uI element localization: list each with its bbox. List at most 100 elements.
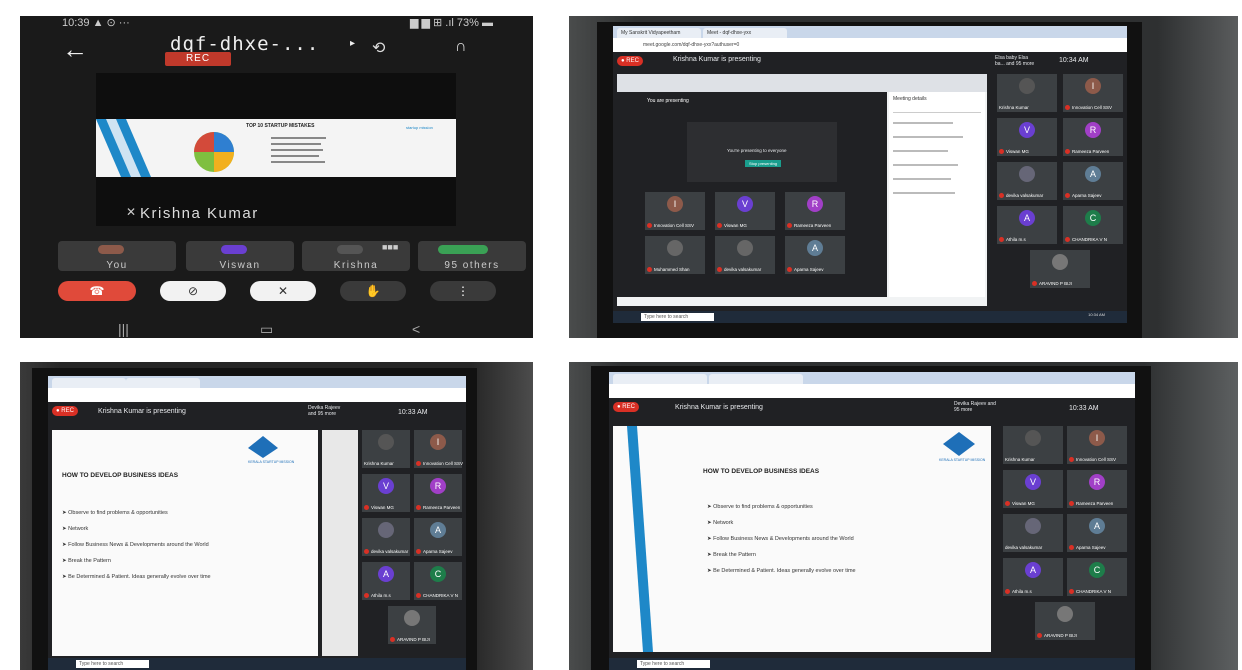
participant-tile[interactable]: A Aparna Sajeev <box>1063 162 1123 200</box>
participant-tile[interactable]: R Rameeza Parveen <box>414 474 462 512</box>
slide-logo: KERALA STARTUP MISSION <box>939 458 986 462</box>
bullet-2: ➤ Network <box>707 520 734 526</box>
taskbar-search[interactable]: Type here to search <box>641 313 714 321</box>
raise-hand-icon[interactable]: ✋ <box>340 281 406 301</box>
tab-meet[interactable]: Meet - dqf-dhxe-yxx <box>703 28 787 38</box>
participant-tile[interactable]: V Viswan MG <box>997 118 1057 156</box>
bullet-3: ➤ Follow Business News & Developments ar… <box>707 536 854 542</box>
panel-title: Meeting details <box>893 96 927 102</box>
back-nav-icon[interactable]: < <box>412 321 420 337</box>
rec-badge: ● REC <box>52 406 78 416</box>
participant-tile-krishna[interactable]: ■■■ Krishna <box>302 241 410 271</box>
windows-taskbar: Type here to search <box>48 658 466 670</box>
participant-tile[interactable]: R Rameeza Parveen <box>1067 470 1127 508</box>
participant-tile[interactable]: A Athila m.s <box>997 206 1057 244</box>
slide-logo: startup mission <box>406 125 433 130</box>
participant-tile[interactable]: V Viswan MG <box>715 192 775 230</box>
windows-taskbar: Type here to search 10:34 AM <box>613 311 1127 323</box>
bullet-5: ➤ Be Determined & Patient. Ideas general… <box>62 574 211 580</box>
bullet-1: ➤ Observe to find problems & opportuniti… <box>707 504 813 510</box>
inner-presenting-text: You are presenting <box>647 98 689 104</box>
address-bar[interactable]: meet.google.com/dqf-dhxe-yxx?authuser=0 <box>613 38 1127 52</box>
meet-body: KERALA STARTUP MISSION HOW TO DEVELOP BU… <box>48 424 466 658</box>
participant-name: You <box>106 260 128 271</box>
end-call-icon[interactable]: ☎ <box>58 281 136 301</box>
inner-tabs <box>617 74 987 92</box>
participant-tile-viswan[interactable]: Viswan <box>186 241 294 271</box>
meet-top-bar: ● REC Krishna Kumar is presenting Devika… <box>609 398 1135 420</box>
participant-tile[interactable]: C CHANDRIKA V N <box>1063 206 1123 244</box>
monitor-screen: ● REC Krishna Kumar is presenting Devika… <box>609 372 1135 670</box>
participant-tile[interactable]: I Innovation Cell SSV <box>1067 426 1127 464</box>
stop-presenting-button[interactable]: Stop presenting <box>745 160 782 167</box>
participant-tile[interactable]: V Viswan MG <box>362 474 410 512</box>
participant-tile[interactable]: devika valsakumar <box>997 162 1057 200</box>
caret-right-icon[interactable]: ▸ <box>350 38 355 49</box>
participant-tile[interactable]: devika valsakumar <box>1003 514 1063 552</box>
switch-camera-icon[interactable]: ⟲ <box>372 38 385 58</box>
tab-meet[interactable] <box>709 374 803 384</box>
monitor-screen: ● REC Krishna Kumar is presenting Devika… <box>48 376 466 670</box>
home-icon[interactable]: ▭ <box>260 321 273 338</box>
participant-tile[interactable]: devika valsakumar <box>715 236 775 274</box>
participant-tile[interactable]: Krishna Kumar <box>997 74 1057 112</box>
participant-tile[interactable]: A Athila m.s <box>362 562 410 600</box>
address-bar[interactable] <box>609 384 1135 398</box>
participant-tile[interactable]: Krishna Kumar <box>1003 426 1063 464</box>
taskbar-search[interactable]: Type here to search <box>637 660 710 668</box>
slide-stripe <box>627 426 653 652</box>
meeting-details-panel: Meeting details <box>889 92 985 297</box>
bullet-4: ➤ Break the Pattern <box>707 552 756 558</box>
tab-sanskrit[interactable] <box>613 374 707 384</box>
mic-off-icon[interactable]: ✕ <box>250 281 316 301</box>
participant-tile[interactable]: devika valsakumar <box>362 518 410 556</box>
tab-meet[interactable] <box>126 378 200 388</box>
presenting-card: You're presenting to everyone Stop prese… <box>687 122 837 182</box>
participant-tile[interactable]: I Innovation Cell SSV <box>414 430 463 468</box>
windows-taskbar: Type here to search <box>609 658 1135 670</box>
presenting-text: Krishna Kumar is presenting <box>675 404 763 411</box>
slide-title: HOW TO DEVELOP BUSINESS IDEAS <box>62 472 179 479</box>
status-time: 10:39 ▲ ⊙ ··· <box>62 17 130 29</box>
participant-tile[interactable]: R Rameeza Parveen <box>785 192 845 230</box>
participant-tile-others[interactable]: 95 others <box>418 241 526 271</box>
tab-sanskrit[interactable]: My Sanskrit Vidyapeetham <box>617 28 701 38</box>
participant-tile[interactable]: A Aparna Sajeev <box>1067 514 1127 552</box>
participant-tile[interactable]: A Aparna Sajeev <box>785 236 845 274</box>
more-icon: ■■■ <box>382 242 399 252</box>
slide-heading: TOP 10 STARTUP MISTAKES <box>246 123 315 129</box>
participant-tile[interactable]: C CHANDRIKA V N <box>414 562 462 600</box>
participant-tile[interactable]: C CHANDRIKA V N <box>1067 558 1127 596</box>
presenting-text: Krishna Kumar is presenting <box>673 56 761 63</box>
participant-tile-you[interactable]: You <box>58 241 176 271</box>
meeting-time: 10:34 AM <box>1059 57 1089 64</box>
file-explorer-strip <box>322 430 358 656</box>
arrow-left-icon[interactable]: ← <box>62 36 88 62</box>
participant-tile[interactable]: A Athila m.s <box>1003 558 1063 596</box>
participant-tile[interactable]: Krishna Kumar <box>362 430 410 468</box>
participant-tile[interactable]: ARAVIND P BIJI <box>388 606 436 644</box>
tab-sanskrit[interactable] <box>52 378 126 388</box>
participant-name: Krishna <box>333 260 379 271</box>
more-icon[interactable]: ⋮ <box>430 281 496 301</box>
participant-tile[interactable]: I Innovation Cell SSV <box>645 192 705 230</box>
avatar-group <box>438 245 488 254</box>
participant-tile[interactable]: ARAVIND P BIJI <box>1030 250 1090 288</box>
participant-tile[interactable]: A Aparna Sajeev <box>414 518 462 556</box>
participant-tile[interactable]: R Rameeza Parveen <box>1063 118 1123 156</box>
camera-off-icon[interactable]: ⊘ <box>160 281 226 301</box>
participant-tile[interactable]: V Viswan MG <box>1003 470 1063 508</box>
more-people-text: Devika Rajeev and 95 more <box>954 401 996 413</box>
meet-top-bar: ● REC Krishna Kumar is presenting Devika… <box>48 402 466 424</box>
taskbar-search[interactable]: Type here to search <box>76 660 149 668</box>
address-bar[interactable] <box>48 388 466 402</box>
participant-tile[interactable]: ARAVIND P BIJI <box>1035 602 1095 640</box>
slide-logo: KERALA STARTUP MISSION <box>248 460 295 464</box>
participant-tile[interactable]: I Innovation Cell SSV <box>1063 74 1123 112</box>
participant-tile[interactable]: Muhammed Shan <box>645 236 705 274</box>
recents-icon[interactable]: ||| <box>118 321 129 337</box>
presented-slide: KERALA STARTUP MISSION HOW TO DEVELOP BU… <box>52 430 318 656</box>
bullet-1: ➤ Observe to find problems & opportuniti… <box>62 510 168 516</box>
inner-browser-window: You are presenting You're presenting to … <box>617 74 987 306</box>
headphones-icon[interactable]: ∩ <box>455 38 467 56</box>
